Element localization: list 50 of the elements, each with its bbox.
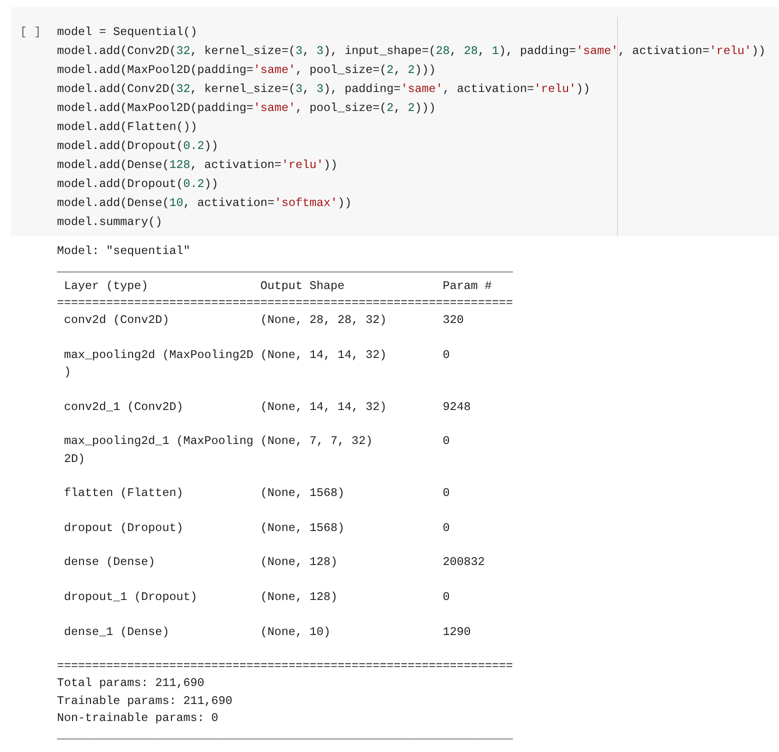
output-shape-cell: (None, 128): [260, 555, 338, 570]
layer-cell: dropout (Dropout): [64, 520, 184, 535]
param-count-cell-text: 0: [442, 433, 450, 450]
output-shape-cell: (None, 1568): [260, 520, 345, 535]
layer-cell: conv2d_1 (Conv2D): [64, 400, 184, 414]
code-line: model.add(MaxPool2D(padding='same', pool_size=(2, 2))): [57, 100, 436, 117]
param-count-cell-text: 0: [442, 588, 450, 606]
layer-cell: dense_1 (Dense): [64, 624, 170, 639]
param-count-cell: 9248: [442, 398, 471, 416]
code-line: model.add(Dropout(0.2)): [57, 138, 218, 155]
execution-count: [ ]: [20, 25, 42, 39]
code-line: model.add(Flatten()): [57, 119, 198, 136]
param-count-cell-text: 0: [442, 520, 450, 537]
output-shape-cell: (None, 10): [260, 624, 331, 639]
layer-cell: conv2d (Conv2D): [64, 313, 170, 328]
param-count-cell: 320: [442, 312, 464, 330]
layer-cell: max_pooling2d (MaxPooling2D ): [64, 348, 254, 380]
output-shape-cell: (None, 7, 7, 32): [260, 434, 373, 448]
params-summary-line: Non-trainable params: 0: [57, 710, 218, 728]
code-line: model.add(Dense(128, activation='relu')): [57, 157, 338, 174]
output-shape-cell: (None, 128): [260, 590, 338, 604]
model-name-line: Model: "sequential": [57, 243, 190, 260]
code-line: model.add(Dense(10, activation='softmax')): [57, 195, 352, 212]
param-count-cell: 1290: [442, 624, 471, 641]
column-header: Layer (type): [64, 278, 148, 293]
code-line: model.add(Dropout(0.2)): [57, 176, 218, 193]
layer-cell: max_pooling2d_1 (MaxPooling 2D): [64, 434, 254, 466]
param-count-cell-text: 0: [442, 346, 450, 364]
divider-line: _________________________________________________________________: [57, 260, 513, 278]
column-header: Output Shape: [260, 278, 345, 293]
layer-cell: dropout_1 (Dropout): [64, 590, 198, 604]
divider-line: =================================================================: [57, 658, 513, 676]
output-shape-cell: (None, 1568): [260, 486, 345, 500]
code-line: model.add(Conv2D(32, kernel_size=(3, 3), padding='same', activation='relu')): [57, 81, 590, 98]
code-line: model.add(MaxPool2D(padding='same', pool_size=(2, 2))): [57, 62, 436, 79]
layer-cell: dense (Dense): [64, 555, 156, 570]
divider-line: =================================================================: [57, 294, 513, 312]
params-summary-line: Total params: 211,690: [57, 675, 204, 692]
output-shape-cell: (None, 28, 28, 32): [260, 313, 387, 328]
param-count-cell: 0: [442, 485, 450, 502]
output-shape-cell: (None, 14, 14, 32): [260, 400, 387, 414]
code-line: model.add(Conv2D(32, kernel_size=(3, 3), input_shape=(28, 28, 1), padding='same', activation='relu')): [57, 43, 766, 60]
column-header: Param #: [442, 278, 492, 295]
params-summary-line: Trainable params: 211,690: [57, 692, 232, 710]
layer-cell: flatten (Flatten): [64, 486, 184, 500]
code-line: model.summary(): [57, 214, 162, 231]
divider-line: _________________________________________________________________: [57, 727, 513, 744]
code-line: model = Sequential(): [57, 24, 198, 41]
param-count-cell-text: 200832: [442, 554, 485, 572]
output-shape-cell: (None, 14, 14, 32): [260, 348, 387, 362]
